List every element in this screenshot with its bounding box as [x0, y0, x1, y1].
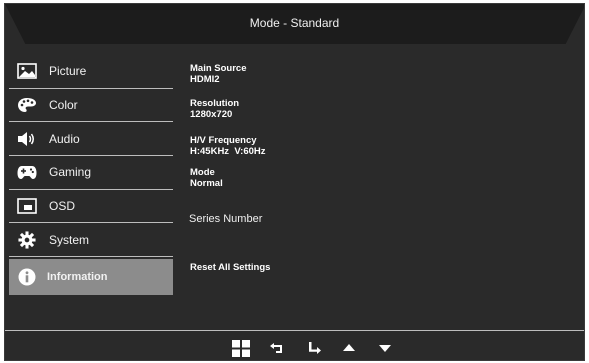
menu-grid-icon[interactable]	[231, 339, 251, 357]
sidebar-item-gaming[interactable]: Gaming	[9, 156, 173, 190]
footer-divider	[5, 330, 584, 331]
hv-frequency-label: H/V Frequency	[190, 135, 257, 146]
sidebar-item-audio[interactable]: Audio	[9, 122, 173, 157]
resolution-group: Resolution 1280x720	[190, 98, 239, 120]
sidebar-item-label: Audio	[49, 131, 80, 146]
sidebar-item-picture[interactable]: Picture	[9, 55, 173, 89]
mode-label: Mode	[190, 167, 215, 178]
sidebar-item-label: Information	[47, 271, 108, 284]
palette-icon	[16, 96, 38, 114]
sidebar-item-label: OSD	[49, 199, 76, 214]
sidebar-item-osd[interactable]: OSD	[9, 190, 173, 224]
hv-frequency-value: H:45KHz V:60Hz	[190, 146, 266, 157]
sidebar-item-label: System	[49, 232, 90, 247]
gamepad-icon	[16, 163, 38, 181]
speaker-icon	[16, 130, 38, 148]
osd-window-icon	[16, 197, 38, 215]
series-number-label: Series Number	[189, 213, 263, 225]
main-source-value: HDMI2	[190, 74, 220, 85]
enter-icon[interactable]	[307, 339, 323, 357]
sidebar-item-information[interactable]: Information	[9, 259, 173, 296]
hv-frequency-group: H/V Frequency H:45KHz V:60Hz	[190, 135, 266, 157]
back-icon[interactable]	[269, 339, 285, 357]
down-arrow-icon[interactable]	[377, 339, 393, 357]
sidebar-item-label: Picture	[49, 64, 87, 79]
up-arrow-icon[interactable]	[341, 339, 357, 357]
main-source-group: Main Source HDMI2	[190, 63, 247, 85]
sidebar-menu: Picture Color Audio Gaming OSD System In…	[9, 55, 173, 296]
osd-menu: Mode - Standard Picture Color Audio Gami…	[4, 3, 585, 361]
sidebar-item-system[interactable]: System	[9, 223, 173, 258]
sidebar-item-label: Gaming	[49, 165, 92, 180]
mode-value: Normal	[190, 178, 223, 189]
info-icon	[16, 268, 38, 286]
resolution-value: 1280x720	[190, 109, 233, 120]
sidebar-item-color[interactable]: Color	[9, 89, 173, 123]
resolution-label: Resolution	[190, 98, 240, 109]
reset-all-settings-button[interactable]: Reset All Settings	[190, 262, 270, 273]
sidebar-item-label: Color	[49, 98, 78, 113]
navigation-bar	[231, 339, 393, 357]
picture-icon	[16, 62, 38, 80]
gear-icon	[16, 231, 38, 249]
main-source-label: Main Source	[190, 63, 247, 74]
mode-group: Mode Normal	[190, 167, 223, 189]
page-title: Mode - Standard	[249, 16, 340, 30]
